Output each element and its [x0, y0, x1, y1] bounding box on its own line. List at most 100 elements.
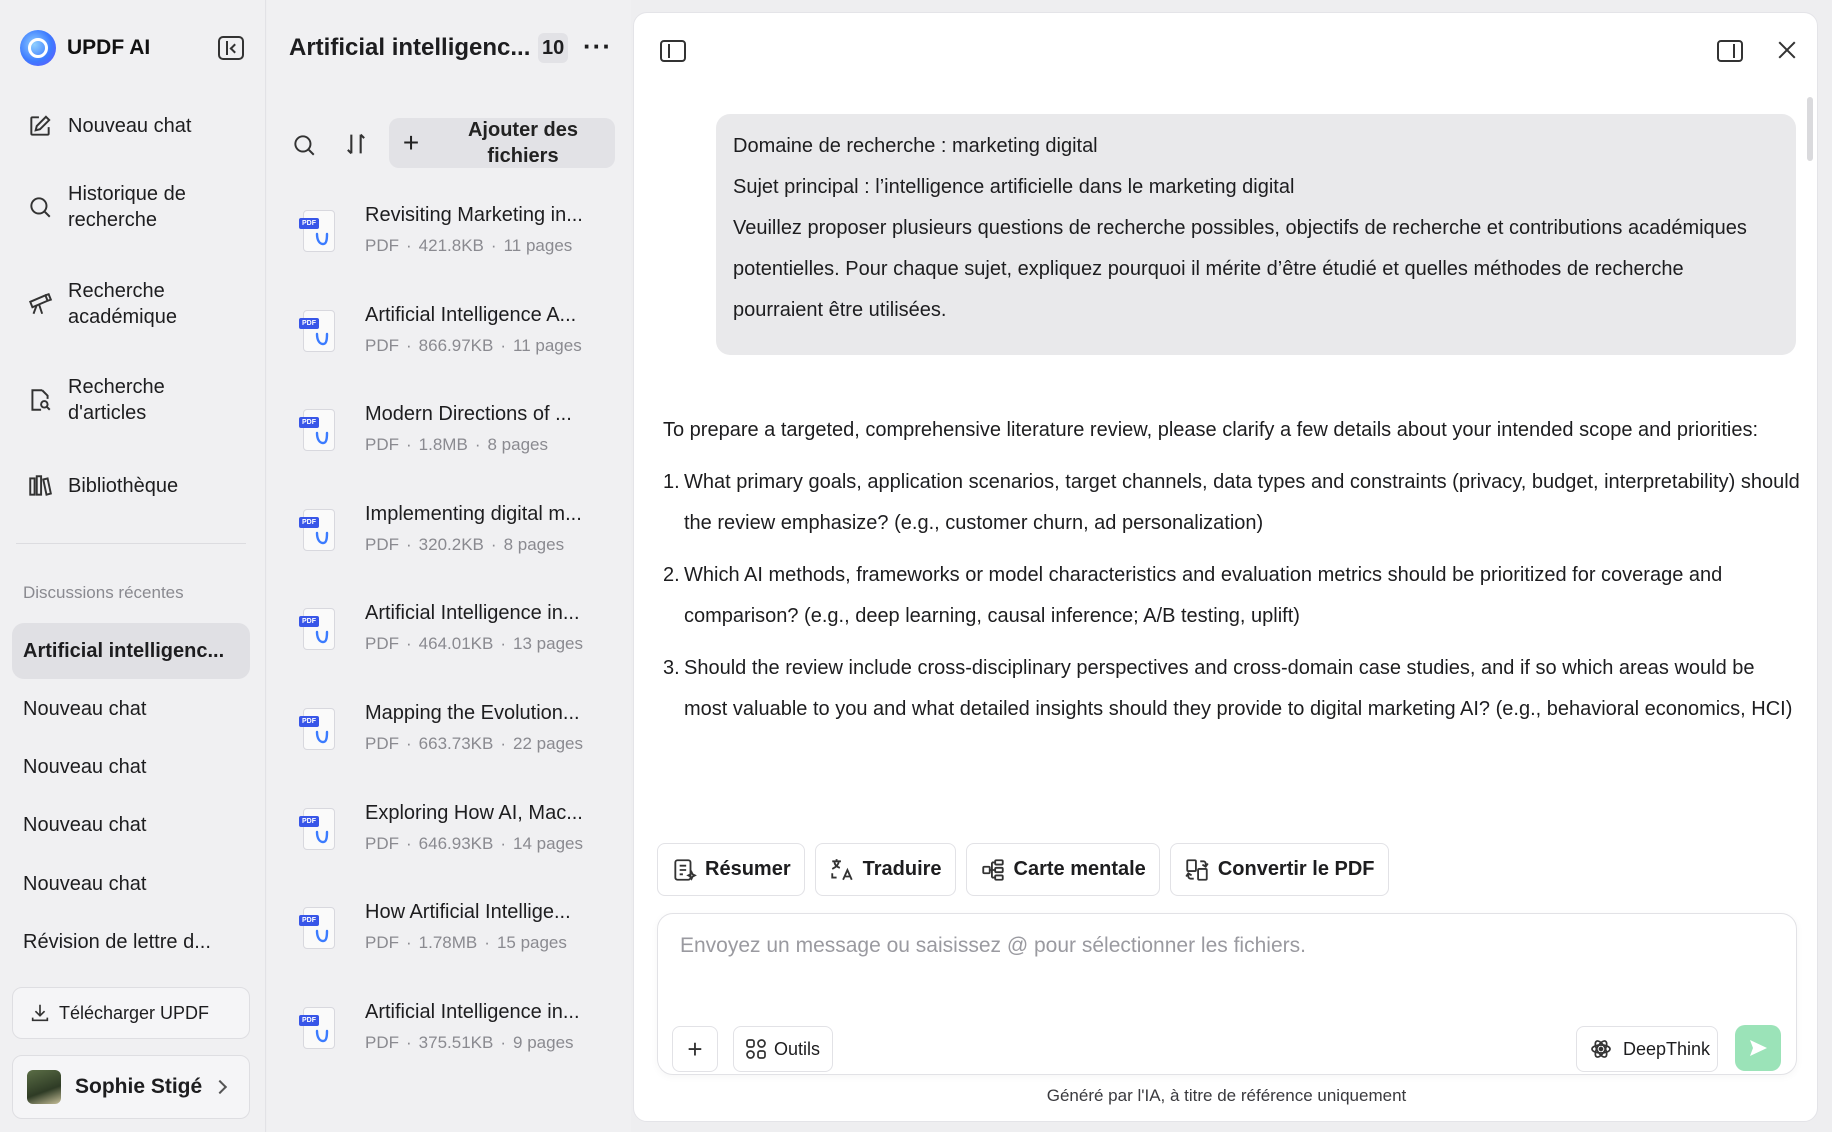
toggle-file-panel-icon[interactable] [660, 40, 686, 62]
sidebar-divider [16, 543, 246, 544]
file-item[interactable]: PDF How Artificial Intellige... PDF · 1.78MB… [289, 899, 619, 979]
chevron-right-icon [212, 1079, 228, 1095]
pdf-file-icon: PDF [299, 608, 337, 654]
scrollbar[interactable] [1807, 97, 1813, 161]
file-panel: Artificial intelligenc... 10 ··· + Ajout… [267, 0, 631, 1132]
recent-chat-item[interactable]: Révision de lettre d... [12, 914, 250, 970]
recent-chat-item[interactable]: Nouveau chat [12, 856, 250, 912]
nav-label: Historique de recherche [68, 183, 186, 231]
file-type: PDF [365, 435, 399, 455]
conversation-title: Artificial intelligenc... [289, 34, 529, 61]
action-label: Convertir le PDF [1217, 858, 1375, 880]
summarize-icon [674, 858, 697, 881]
toggle-right-panel-icon[interactable] [1717, 40, 1743, 62]
file-pages: 14 pages [513, 833, 583, 853]
nav-library[interactable]: Bibliothèque [26, 472, 246, 500]
deepthink-toggle[interactable]: DeepThink [1576, 1026, 1718, 1072]
translate-icon [830, 858, 853, 880]
pdf-file-icon: PDF [299, 1006, 337, 1053]
more-options-icon[interactable]: ··· [583, 33, 612, 59]
action-label: Résumer [705, 858, 791, 880]
file-type: PDF [365, 933, 399, 953]
avatar [27, 1070, 61, 1104]
brand[interactable]: UPDF AI [20, 30, 150, 66]
recent-chat-item[interactable]: Nouveau chat [12, 681, 250, 737]
file-size: 421.8KB [418, 236, 484, 255]
message-input[interactable] [680, 934, 1770, 958]
action-label: Carte mentale [1013, 858, 1146, 880]
nav-new-chat[interactable]: Nouveau chat [26, 112, 246, 140]
telescope-icon [26, 290, 54, 318]
new-chat-icon [26, 112, 54, 140]
file-name: Artificial Intelligence A... [365, 303, 577, 326]
tools-button[interactable]: Outils [733, 1026, 833, 1072]
send-button[interactable] [1735, 1025, 1781, 1071]
user-profile[interactable]: Sophie Stigé [12, 1055, 250, 1119]
translate-button[interactable]: Traduire [814, 843, 956, 896]
pdf-file-icon: PDF [299, 309, 337, 356]
file-size: 866.97KB [418, 335, 494, 355]
file-meta: PDF · 866.97KB · 11 pages [365, 335, 582, 355]
file-name: How Artificial Intellige... [365, 901, 571, 924]
tools-label: Outils [774, 1038, 821, 1059]
add-files-button[interactable]: + Ajouter des fichiers [389, 118, 615, 168]
file-name: Modern Directions of ... [365, 403, 572, 426]
recent-discussions-title: Discussions récentes [23, 583, 184, 602]
file-size: 375.51KB [418, 1032, 494, 1052]
nav-search-history[interactable]: Historique de recherche [26, 181, 246, 233]
file-meta: PDF · 663.73KB · 22 pages [365, 734, 583, 753]
file-item[interactable]: PDF Artificial Intelligence A... PDF · 866.9… [289, 302, 619, 382]
nav-article-search[interactable]: Recherche d'articles [26, 374, 246, 426]
file-meta: PDF · 375.51KB · 9 pages [365, 1032, 574, 1052]
file-item[interactable]: PDF Revisiting Marketing in... PDF · 421.8KB… [289, 202, 619, 282]
deepthink-icon [1591, 1040, 1611, 1058]
pdf-file-icon: PDF [299, 409, 337, 455]
collapse-sidebar-icon[interactable] [218, 36, 244, 60]
recent-chat-item[interactable]: Nouveau chat [12, 797, 250, 853]
file-size: 464.01KB [418, 634, 494, 654]
file-item[interactable]: PDF Artificial Intelligence in... PDF · 464.… [289, 600, 619, 680]
convert-icon [1185, 858, 1209, 881]
file-size: 646.93KB [418, 833, 494, 853]
file-item[interactable]: PDF Artificial Intelligence in... PDF · 375.… [289, 999, 619, 1079]
file-pages: 8 pages [487, 435, 548, 455]
mind-map-button[interactable]: Carte mentale [965, 843, 1160, 896]
nav-academic-search[interactable]: Recherche académique [26, 278, 246, 330]
convert-pdf-button[interactable]: Convertir le PDF [1169, 843, 1389, 896]
file-meta: PDF · 646.93KB · 14 pages [365, 833, 583, 853]
question-number: 1. [663, 471, 680, 493]
file-item[interactable]: PDF Implementing digital m... PDF · 320.2KB ·… [289, 501, 619, 581]
article-search-icon [26, 386, 54, 414]
file-name: Artificial Intelligence in... [365, 1000, 580, 1023]
file-item[interactable]: PDF Exploring How AI, Mac... PDF · 646.93KB ·… [289, 800, 619, 880]
question-text: Which AI methods, frameworks or model ch… [684, 564, 1723, 627]
summarize-button[interactable]: Résumer [657, 843, 805, 896]
attach-plus-button[interactable]: + [672, 1026, 718, 1072]
nav-label: Recherche académique [68, 280, 177, 328]
ai-disclaimer: Généré par l'IA, à titre de référence un… [1046, 1086, 1407, 1105]
library-icon [26, 472, 54, 500]
close-icon[interactable] [1775, 38, 1799, 62]
download-updf-button[interactable]: Télécharger UPDF [12, 987, 250, 1039]
answer-question: 3. Should the review include cross-disci… [663, 648, 1803, 730]
search-files-icon[interactable] [291, 132, 317, 158]
recent-chat-item[interactable]: Nouveau chat [12, 739, 250, 795]
pdf-file-icon: PDF [299, 708, 337, 754]
file-item[interactable]: PDF Modern Directions of ... PDF · 1.8MB · 8 p… [289, 401, 619, 481]
sort-icon[interactable] [342, 130, 370, 158]
add-files-label: Ajouter des fichiers [467, 119, 579, 167]
plus-icon: + [687, 1033, 703, 1064]
plus-icon: + [402, 127, 420, 158]
action-label: Traduire [862, 858, 942, 880]
assistant-message: To prepare a targeted, comprehensive lit… [663, 410, 1803, 730]
file-item[interactable]: PDF Mapping the Evolution... PDF · 663.73KB ·… [289, 700, 619, 780]
file-pages: 9 pages [513, 1032, 574, 1052]
file-size: 320.2KB [418, 534, 484, 554]
file-pages: 11 pages [513, 335, 582, 355]
recent-chat-item[interactable]: Artificial intelligenc... [12, 623, 250, 679]
file-pages: 8 pages [503, 534, 565, 554]
file-type: PDF [365, 1032, 399, 1052]
file-meta: PDF · 320.2KB · 8 pages [365, 534, 565, 554]
brand-name: UPDF AI [67, 36, 151, 59]
quick-actions: Résumer Traduire Carte mentale Convertir… [657, 843, 1399, 896]
